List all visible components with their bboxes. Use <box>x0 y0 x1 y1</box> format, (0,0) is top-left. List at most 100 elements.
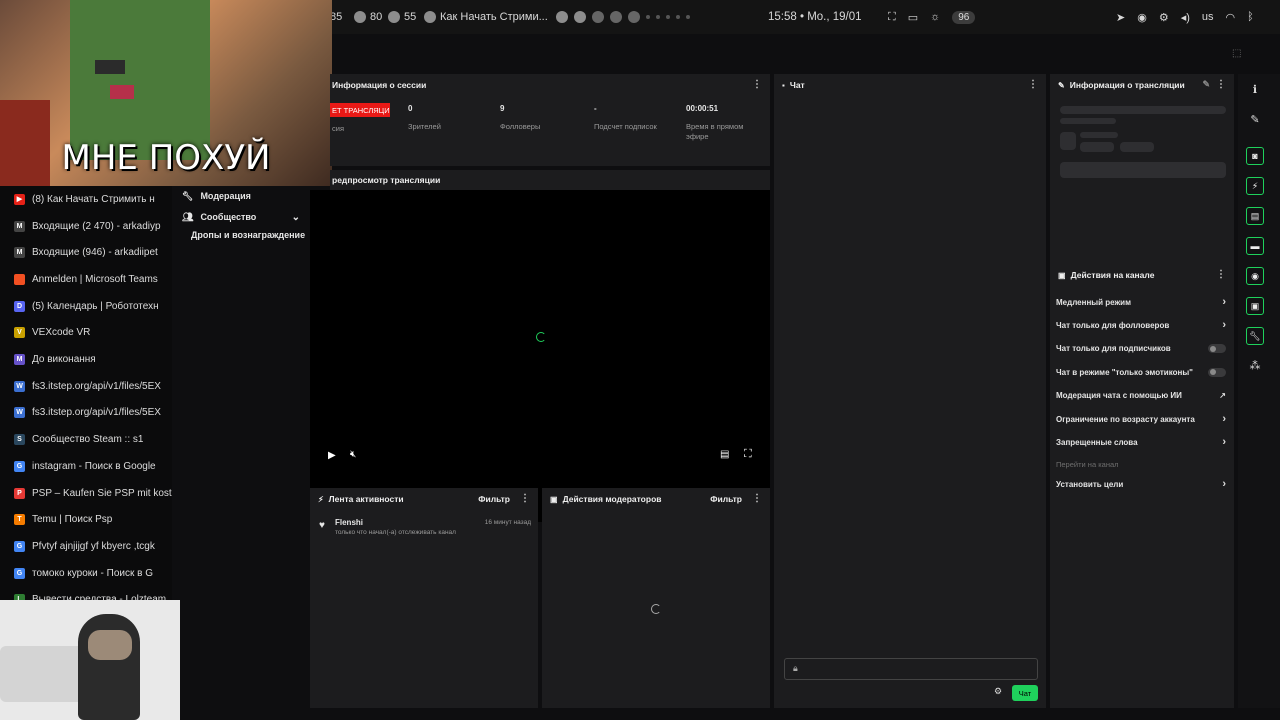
steam-icon[interactable]: ⚙ <box>1159 11 1169 24</box>
chevron-right-icon: › <box>1222 413 1226 425</box>
screenshot-icon[interactable]: ⛶ <box>888 11 896 24</box>
filter-button[interactable]: Фильтр <box>710 494 742 504</box>
creator-dashboard: МНЕ ПОХУЙ ▶ (8) Как Начать Стримить н M Вхо… <box>0 0 1280 720</box>
browser-tab-12[interactable]: T Temu | Поиск Psp <box>0 506 172 533</box>
channel-icon[interactable]: ▣ <box>1246 297 1264 315</box>
notes-icon[interactable]: ▤ <box>1246 207 1264 225</box>
browser-tab-10[interactable]: Ginstagram - Поиск в Google <box>0 453 172 480</box>
activity-user[interactable]: Flenshi <box>335 518 363 527</box>
workspace-3-icon[interactable] <box>592 11 604 23</box>
browser-tab-0[interactable]: ▶ (8) Как Начать Стримить н <box>0 186 172 213</box>
channel-action-row[interactable]: Чат только для фолловеров › <box>1056 315 1226 335</box>
browser-tab-4[interactable]: D (5) Календарь | Робототехн <box>0 293 172 320</box>
layout-icon[interactable]: ⬚ <box>1232 48 1241 59</box>
tray-left: ⛶ ▭ ☼ 96 <box>888 0 976 34</box>
edit-icon[interactable]: ✎ <box>1202 79 1210 90</box>
theater-mode-icon[interactable]: ▤ <box>720 449 729 460</box>
character-mouth <box>110 85 134 99</box>
browser-tab-13[interactable]: G Pfvtyf ajnjijgf yf kbyerc ,tcgk <box>0 533 172 560</box>
browser-tab-11[interactable]: P PSP – Kaufen Sie PSP mit kost <box>0 480 172 507</box>
more-widgets-icon[interactable]: ⁂ <box>1244 354 1266 376</box>
browser-tab-9[interactable]: S Сообщество Steam :: s1 <box>0 426 172 453</box>
nav-moderation[interactable]: 🔧︎ Модерация <box>182 188 302 204</box>
workspace-dots[interactable] <box>556 0 690 34</box>
preview-title: редпросмотр трансляции <box>332 175 441 185</box>
youtube-icon: ▶ <box>14 193 25 205</box>
skeleton-pill <box>1120 142 1154 152</box>
more-icon[interactable]: ⋮ <box>1028 80 1038 90</box>
info-icon[interactable]: ℹ <box>1244 78 1266 100</box>
workspace-4-icon[interactable] <box>610 11 622 23</box>
discord-icon[interactable]: ◉ <box>1137 11 1147 24</box>
tab-title-text: Как Начать Стрими... <box>440 11 548 23</box>
play-icon[interactable]: ▶ <box>328 450 336 461</box>
right-icon-rail: ℹ ✎ ◙ ⚡︎ ▤ ▬ ◉ ▣ 🔧︎ ⁂ <box>1238 74 1280 708</box>
toggle-switch[interactable] <box>1208 367 1226 377</box>
mod-actions-panel: ▣ Действия модераторов Фильтр ⋮ <box>542 488 770 708</box>
set-goals-row[interactable]: Установить цели › <box>1056 474 1226 494</box>
indicator-3: 55 <box>388 0 416 34</box>
dot-icon <box>656 15 660 19</box>
browser-tab-8[interactable]: Wfs3.itstep.org/api/v1/files/5EX <box>0 400 172 427</box>
workspace-2-icon[interactable] <box>574 11 586 23</box>
clock[interactable]: 15:58 • Mo., 19/01 <box>768 0 862 34</box>
channel-action-row[interactable]: Запрещенные слова › <box>1056 432 1226 452</box>
pencil-icon[interactable]: ✎ <box>1244 108 1266 130</box>
toggle-switch[interactable] <box>1208 344 1226 354</box>
monitor-icon[interactable]: ▭ <box>908 11 918 24</box>
fullscreen-icon[interactable]: ⛶ <box>744 448 752 461</box>
nav-community[interactable]: 👥︎ Сообщество ⌄ <box>182 209 300 225</box>
browser-tab-2[interactable]: M Входящие (946) - arkadiipet <box>0 239 172 266</box>
nav-drops[interactable]: Дропы и вознаграждение <box>191 230 309 246</box>
chat-send-button[interactable]: Чат <box>1012 685 1038 701</box>
lightning-icon[interactable]: ⚡︎ <box>1246 177 1264 195</box>
wifi-icon[interactable]: ◠ <box>1226 11 1236 24</box>
channel-action-row[interactable]: Модерация чата с помощью ИИ ↗ <box>1056 386 1226 406</box>
broadcast-icon[interactable]: ◉ <box>1246 267 1264 285</box>
wrench-icon[interactable]: 🔧︎ <box>1246 327 1264 345</box>
mute-icon[interactable]: 🔇︎ <box>350 449 356 460</box>
browser-tab-1[interactable]: M Входящие (2 470) - arkadiyp <box>0 213 172 240</box>
globe-icon <box>424 11 436 23</box>
external-link-icon: ↗ <box>1219 391 1226 401</box>
browser-tab-5[interactable]: V VEXcode VR <box>0 320 172 347</box>
google-icon: G <box>14 460 25 472</box>
more-icon[interactable]: ⋮ <box>752 80 762 90</box>
more-icon[interactable]: ⋮ <box>520 494 530 504</box>
channel-action-row[interactable]: Ограничение по возрасту аккаунта › <box>1056 409 1226 429</box>
channel-action-row[interactable]: Медленный режим › <box>1056 292 1226 312</box>
goto-channel-link[interactable]: Перейти на канал <box>1056 460 1119 469</box>
more-icon[interactable]: ⋮ <box>1216 80 1226 90</box>
browser-tab-14[interactable]: Gтомоко куроки - Поиск в G <box>0 560 172 587</box>
more-icon[interactable]: ⋮ <box>1216 270 1226 280</box>
filter-button[interactable]: Фильтр <box>478 494 510 504</box>
session-info-title: Информация о сессии <box>332 80 427 90</box>
stat-value: 0 <box>408 104 413 113</box>
microsoft-icon <box>14 273 25 285</box>
brightness-icon[interactable]: ☼ <box>930 11 940 23</box>
battery-badge[interactable]: 96 <box>952 10 976 24</box>
browser-tab-3[interactable]: Anmelden | Microsoft Teams <box>0 266 172 293</box>
channel-action-row[interactable]: Чат в режиме "только эмотиконы" <box>1056 362 1226 382</box>
chat-input[interactable]: 🔒︎ <box>784 658 1038 680</box>
settings-icon[interactable]: ⚙ <box>994 686 1002 697</box>
browser-tab-6[interactable]: M До виконання <box>0 346 172 373</box>
browser-tab-label: instagram - Поиск в Google <box>32 460 156 472</box>
activity-feed-title: Лента активности <box>328 494 404 504</box>
discord-icon: D <box>14 300 25 312</box>
mod-actions-header: ▣ Действия модераторов Фильтр ⋮ <box>542 488 770 510</box>
active-tab-title[interactable]: Как Начать Стрими... <box>424 0 548 34</box>
bluetooth-icon[interactable]: ᛒ <box>1247 11 1254 23</box>
channel-action-label: Чат в режиме "только эмотиконы" <box>1056 367 1193 377</box>
volume-icon[interactable]: ◂) <box>1181 11 1190 24</box>
workspace-5-icon[interactable] <box>628 11 640 23</box>
telegram-icon[interactable]: ➤ <box>1116 11 1125 24</box>
language-indicator[interactable]: us <box>1202 11 1214 23</box>
channel-action-row[interactable]: Чат только для подписчиков <box>1056 339 1226 359</box>
chat-icon[interactable]: ▬ <box>1246 237 1264 255</box>
more-icon[interactable]: ⋮ <box>752 494 762 504</box>
workspace-1-icon[interactable] <box>556 11 568 23</box>
stream-preview-player[interactable]: ▶ 🔇︎ ▤ ⛶ <box>310 190 770 522</box>
camera-icon[interactable]: ◙ <box>1246 147 1264 165</box>
browser-tab-7[interactable]: Wfs3.itstep.org/api/v1/files/5EX <box>0 373 172 400</box>
